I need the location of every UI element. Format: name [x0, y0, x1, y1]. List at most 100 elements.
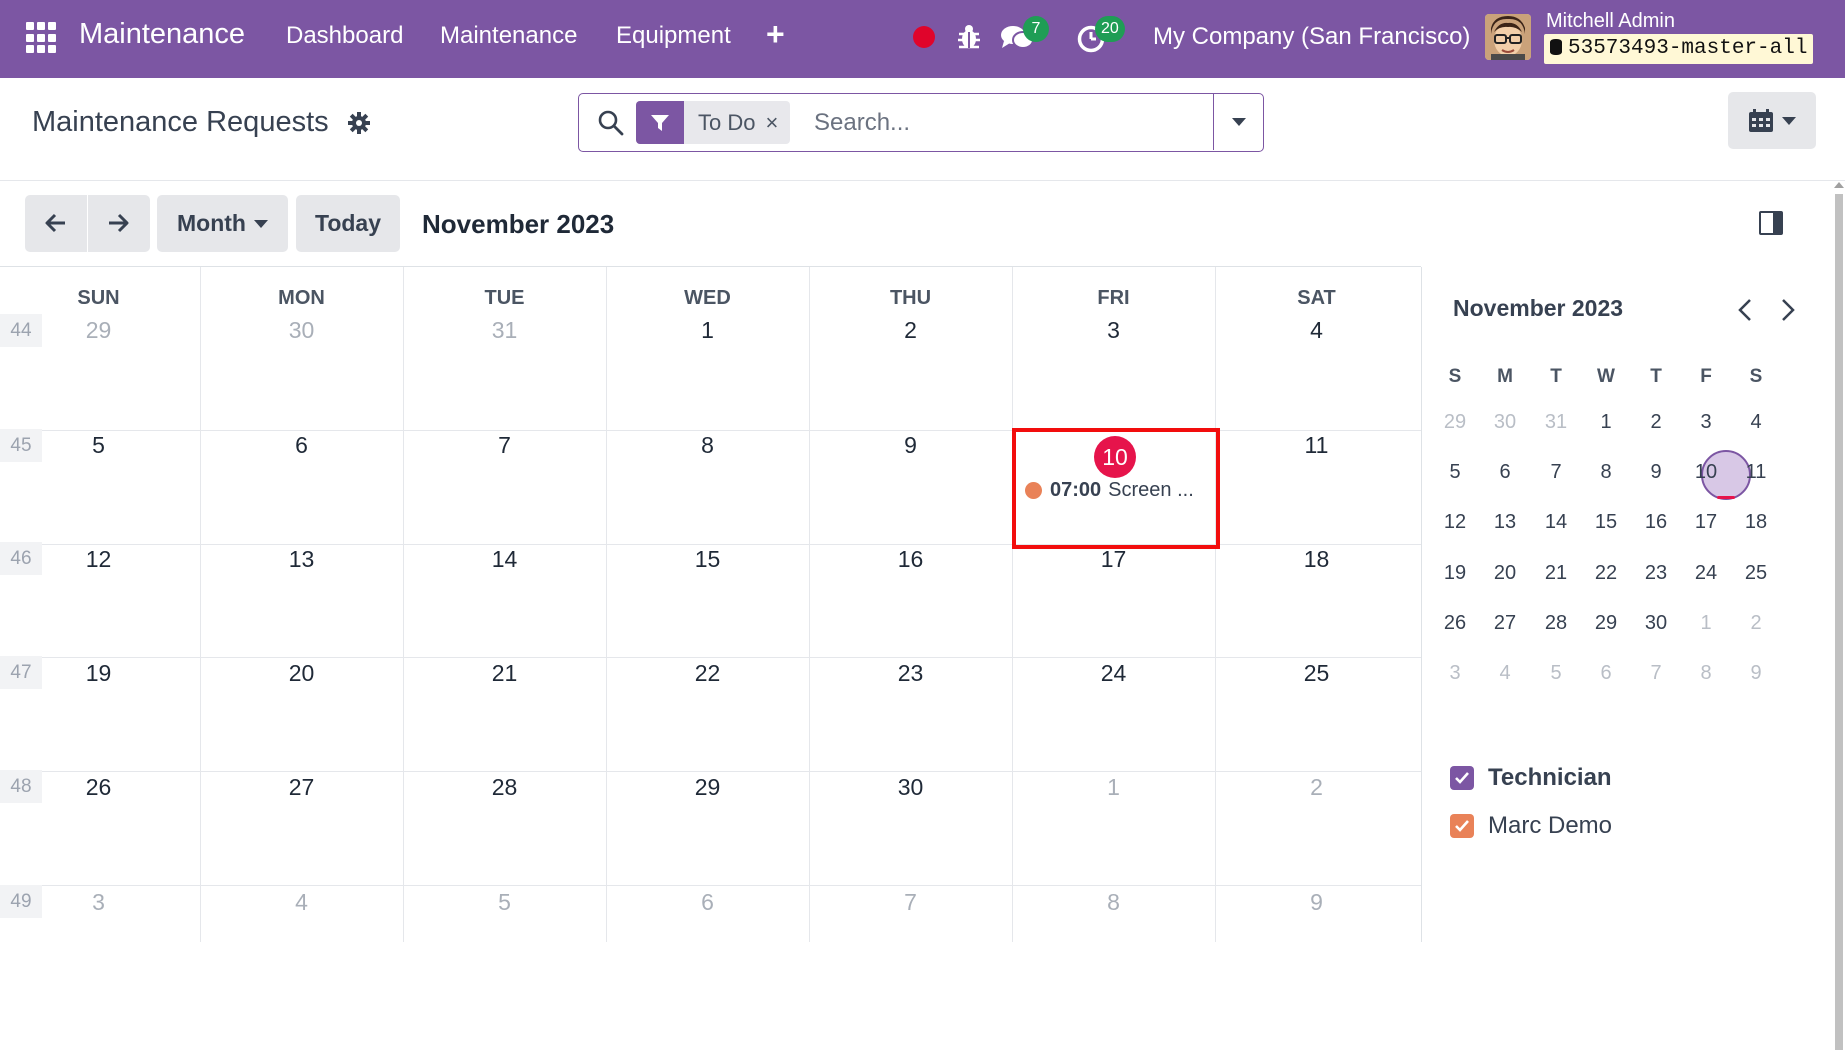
- day-number[interactable]: 18: [1215, 546, 1418, 573]
- day-number[interactable]: 13: [200, 546, 403, 573]
- nav-equipment[interactable]: Equipment: [616, 22, 731, 50]
- day-number[interactable]: 16: [809, 546, 1012, 573]
- filter-item-marc-demo[interactable]: Marc Demo: [1450, 812, 1612, 840]
- day-number[interactable]: 15: [606, 546, 809, 573]
- day-number[interactable]: 7: [403, 432, 606, 459]
- mini-day[interactable]: 6: [1581, 648, 1631, 698]
- search-input[interactable]: [814, 104, 1204, 142]
- mini-day[interactable]: 30: [1480, 397, 1530, 447]
- view-switcher-button[interactable]: [1728, 92, 1816, 149]
- mini-day[interactable]: 1: [1581, 397, 1631, 447]
- day-number[interactable]: 2: [809, 317, 1012, 344]
- mini-day[interactable]: 1: [1681, 598, 1731, 648]
- checkbox-checked-icon[interactable]: [1450, 814, 1474, 838]
- mini-day[interactable]: 3: [1681, 397, 1731, 447]
- mini-day[interactable]: 5: [1531, 648, 1581, 698]
- page-scrollbar[interactable]: [1833, 180, 1845, 1050]
- mini-day[interactable]: 15: [1581, 497, 1631, 547]
- search-icon[interactable]: [597, 109, 625, 137]
- mini-day[interactable]: 27: [1480, 598, 1530, 648]
- mini-day[interactable]: 30: [1631, 598, 1681, 648]
- mini-day[interactable]: 7: [1531, 447, 1581, 497]
- mini-day[interactable]: 20: [1480, 548, 1530, 598]
- day-number[interactable]: 7: [809, 889, 1012, 916]
- day-number[interactable]: 3: [0, 889, 200, 916]
- mini-day[interactable]: 9: [1731, 648, 1781, 698]
- mini-day[interactable]: 22: [1581, 548, 1631, 598]
- day-number[interactable]: 19: [0, 660, 200, 687]
- day-number[interactable]: 30: [200, 317, 403, 344]
- mini-day[interactable]: 16: [1631, 497, 1681, 547]
- day-number[interactable]: 17: [1012, 546, 1215, 573]
- mini-day[interactable]: 25: [1731, 548, 1781, 598]
- day-number[interactable]: 30: [809, 774, 1012, 801]
- mini-day[interactable]: 11: [1731, 447, 1781, 497]
- mini-day[interactable]: 13: [1480, 497, 1530, 547]
- day-number[interactable]: 29: [0, 317, 200, 344]
- day-number[interactable]: 8: [606, 432, 809, 459]
- scrollbar-thumb[interactable]: [1835, 194, 1843, 1050]
- page-title[interactable]: Maintenance Requests: [32, 106, 329, 139]
- facet-remove-icon[interactable]: ×: [765, 101, 790, 144]
- day-number[interactable]: 5: [0, 432, 200, 459]
- quick-create-plus-icon[interactable]: +: [766, 16, 785, 53]
- user-name[interactable]: Mitchell Admin: [1546, 10, 1675, 33]
- mini-day[interactable]: 8: [1681, 648, 1731, 698]
- day-number[interactable]: 12: [0, 546, 200, 573]
- day-number[interactable]: 6: [606, 889, 809, 916]
- mini-day[interactable]: 8: [1581, 447, 1631, 497]
- day-number[interactable]: 20: [200, 660, 403, 687]
- mini-prev-chevron-icon[interactable]: [1735, 297, 1757, 323]
- record-dot-icon[interactable]: [913, 26, 935, 48]
- user-avatar[interactable]: [1485, 14, 1531, 60]
- mini-day[interactable]: 4: [1480, 648, 1530, 698]
- day-number[interactable]: 4: [200, 889, 403, 916]
- scale-month-button[interactable]: Month: [157, 195, 288, 252]
- mini-day[interactable]: 14: [1531, 497, 1581, 547]
- day-number[interactable]: 21: [403, 660, 606, 687]
- mini-day[interactable]: 31: [1531, 397, 1581, 447]
- day-number[interactable]: 23: [809, 660, 1012, 687]
- mini-day[interactable]: 10: [1681, 447, 1731, 497]
- mini-day[interactable]: 2: [1731, 598, 1781, 648]
- filter-group-technician[interactable]: Technician: [1450, 764, 1612, 792]
- mini-day[interactable]: 17: [1681, 497, 1731, 547]
- mini-day[interactable]: 2: [1631, 397, 1681, 447]
- day-number[interactable]: 25: [1215, 660, 1418, 687]
- mini-day[interactable]: 12: [1430, 497, 1480, 547]
- apps-menu-icon[interactable]: [26, 22, 58, 54]
- day-number[interactable]: 9: [1215, 889, 1418, 916]
- today-button[interactable]: Today: [296, 195, 400, 252]
- day-number[interactable]: 8: [1012, 889, 1215, 916]
- mini-day[interactable]: 24: [1681, 548, 1731, 598]
- day-number[interactable]: 31: [403, 317, 606, 344]
- mini-day[interactable]: 21: [1531, 548, 1581, 598]
- day-number[interactable]: 6: [200, 432, 403, 459]
- mini-day[interactable]: 9: [1631, 447, 1681, 497]
- checkbox-checked-icon[interactable]: [1450, 766, 1474, 790]
- day-number[interactable]: 29: [606, 774, 809, 801]
- mini-day[interactable]: 28: [1531, 598, 1581, 648]
- day-number[interactable]: 1: [1012, 774, 1215, 801]
- mini-day[interactable]: 19: [1430, 548, 1480, 598]
- company-switcher[interactable]: My Company (San Francisco): [1153, 23, 1470, 51]
- app-brand[interactable]: Maintenance: [79, 18, 245, 51]
- day-number[interactable]: 14: [403, 546, 606, 573]
- nav-maintenance[interactable]: Maintenance: [440, 22, 577, 50]
- day-number[interactable]: 5: [403, 889, 606, 916]
- day-number[interactable]: 28: [403, 774, 606, 801]
- mini-day[interactable]: 26: [1430, 598, 1480, 648]
- mini-day[interactable]: 5: [1430, 447, 1480, 497]
- day-number[interactable]: 26: [0, 774, 200, 801]
- day-number[interactable]: 24: [1012, 660, 1215, 687]
- mini-day[interactable]: 6: [1480, 447, 1530, 497]
- day-number[interactable]: 11: [1215, 432, 1418, 459]
- mini-day[interactable]: 29: [1581, 598, 1631, 648]
- mini-day[interactable]: 18: [1731, 497, 1781, 547]
- day-number[interactable]: 1: [606, 317, 809, 344]
- day-number[interactable]: 27: [200, 774, 403, 801]
- previous-arrow-icon[interactable]: [43, 210, 69, 236]
- mini-day[interactable]: 3: [1430, 648, 1480, 698]
- day-number[interactable]: 4: [1215, 317, 1418, 344]
- search-facet-todo[interactable]: To Do ×: [636, 101, 791, 144]
